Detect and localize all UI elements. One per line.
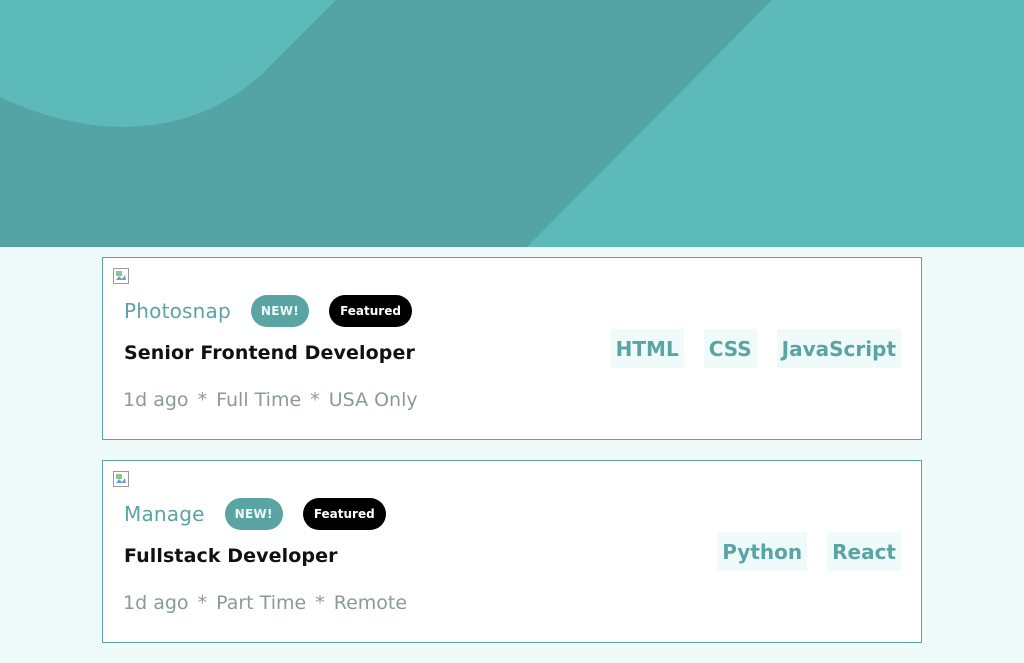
tag-html[interactable]: HTML: [610, 329, 684, 368]
tag-python[interactable]: Python: [717, 532, 808, 571]
job-card[interactable]: Photosnap NEW! Featured Senior Frontend …: [102, 257, 922, 440]
meta-separator: *: [315, 592, 325, 614]
job-tags: Python React: [697, 532, 901, 571]
meta-separator: *: [197, 389, 208, 411]
new-badge: NEW!: [250, 295, 310, 327]
new-badge: NEW!: [224, 498, 283, 530]
tag-react[interactable]: React: [827, 532, 901, 571]
posted-at: 1d ago: [123, 592, 189, 614]
company-logo-broken-image-icon: [113, 268, 129, 284]
contract-type: Part Time: [216, 592, 307, 614]
company-name[interactable]: Photosnap: [124, 299, 231, 323]
company-name[interactable]: Manage: [124, 502, 205, 526]
tag-javascript[interactable]: JavaScript: [776, 329, 901, 368]
job-meta: 1d ago * Full Time * USA Only: [123, 389, 418, 411]
company-row: Photosnap NEW! Featured: [124, 294, 412, 328]
company-logo-broken-image-icon: [113, 471, 129, 487]
meta-separator: *: [197, 592, 208, 614]
job-location: USA Only: [328, 389, 418, 411]
job-card[interactable]: Manage NEW! Featured Fullstack Developer…: [102, 460, 922, 643]
page-header-banner: [0, 0, 1024, 247]
posted-at: 1d ago: [123, 389, 189, 411]
tag-css[interactable]: CSS: [703, 329, 757, 368]
job-position-title[interactable]: Fullstack Developer: [124, 545, 338, 567]
job-location: Remote: [333, 592, 408, 614]
featured-badge: Featured: [329, 295, 412, 327]
featured-badge: Featured: [302, 498, 386, 530]
job-meta: 1d ago * Part Time * Remote: [123, 592, 407, 614]
contract-type: Full Time: [216, 389, 302, 411]
company-row: Manage NEW! Featured: [124, 497, 386, 531]
job-tags: HTML CSS JavaScript: [591, 329, 901, 368]
header-wave-pattern-icon: [0, 0, 1024, 247]
job-listings: Photosnap NEW! Featured Senior Frontend …: [102, 257, 922, 663]
job-position-title[interactable]: Senior Frontend Developer: [124, 342, 415, 364]
meta-separator: *: [310, 389, 320, 411]
